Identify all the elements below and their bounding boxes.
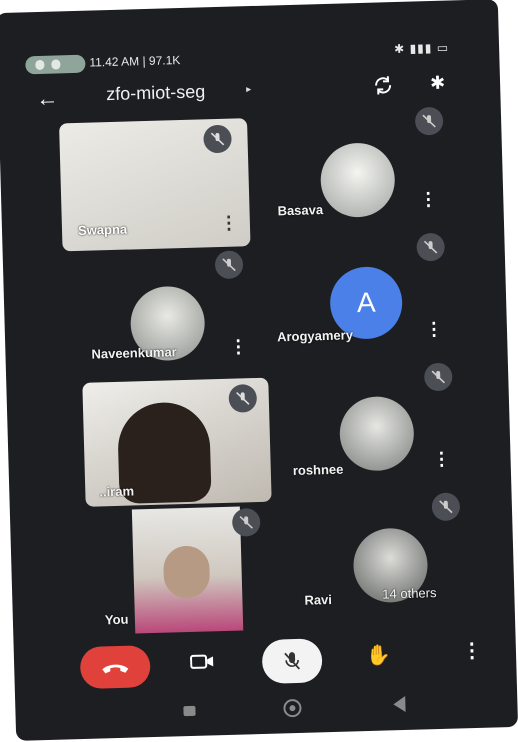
mic-off-icon [414, 106, 444, 136]
bluetooth-status-icon: ✱ [393, 41, 406, 57]
more-vert-icon[interactable]: ⋮ [462, 638, 483, 664]
more-vert-icon[interactable]: ⋮ [220, 212, 239, 233]
participant-name: Naveenkumar [91, 344, 177, 362]
more-vert-icon[interactable]: ⋮ [229, 336, 248, 357]
participant-name: Ravi [304, 592, 333, 608]
end-call-button[interactable] [79, 645, 151, 690]
participant-name: roshnee [292, 461, 344, 479]
participant-name: ..iram [99, 483, 135, 500]
nav-back-icon[interactable] [393, 695, 406, 713]
participant-tile[interactable]: roshnee ⋮ [278, 362, 465, 489]
participant-tile[interactable]: Basava ⋮ [265, 106, 454, 237]
mic-off-icon [284, 652, 301, 670]
more-vert-icon[interactable]: ⋮ [432, 449, 451, 470]
participant-name: You [104, 611, 129, 628]
status-dot-icon [51, 59, 61, 70]
hand-icon[interactable]: ✋ [366, 642, 392, 668]
participant-name: Basava [277, 202, 324, 219]
chevron-right-icon[interactable]: ▸ [246, 84, 251, 95]
avatar [319, 142, 396, 219]
participant-name: Swapna [77, 221, 128, 238]
status-dot-icon [35, 59, 45, 71]
others-count: 14 others [382, 585, 437, 602]
mic-off-icon [416, 232, 446, 262]
home-icon[interactable] [283, 698, 302, 718]
signal-icon: ▮▮▮ [409, 40, 433, 56]
battery-icon: ▭ [436, 40, 450, 55]
status-icons: ✱ ▮▮▮ ▭ [394, 41, 449, 57]
avatar [338, 395, 415, 472]
self-video-face [162, 545, 211, 599]
status-indicator-pill [25, 54, 86, 75]
mic-off-icon [214, 250, 244, 280]
self-view-tile[interactable]: You [96, 506, 261, 638]
participant-name: Arogyamery [276, 327, 354, 345]
mic-off-icon [231, 507, 261, 537]
participant-tile[interactable]: A Arogyamery ⋮ [271, 232, 460, 355]
arrow-left-icon[interactable]: ← [36, 85, 59, 112]
phone-hangup-icon [102, 664, 129, 674]
recents-icon[interactable] [183, 705, 196, 717]
more-vert-icon[interactable]: ⋮ [425, 319, 444, 340]
bluetooth-icon[interactable]: ✱ [430, 73, 446, 94]
video-camera-icon[interactable] [190, 653, 215, 675]
more-vert-icon[interactable]: ⋮ [419, 189, 438, 210]
camera-flip-icon[interactable] [372, 74, 395, 103]
status-time: 11.42 AM | 97.1K [89, 53, 181, 70]
meeting-title[interactable]: zfo-miot-seg [106, 81, 206, 105]
participant-tile[interactable]: Naveenkumar ⋮ [75, 250, 258, 367]
mic-toggle-button[interactable] [261, 638, 323, 684]
call-controls: ✋ ⋮ [13, 627, 516, 701]
others-tile[interactable]: Ravi 14 others [286, 492, 473, 619]
phone-screen: 11.42 AM | 97.1K ✱ ▮▮▮ ▭ ← zfo-miot-seg … [0, 0, 518, 741]
mic-off-icon [431, 492, 461, 522]
participant-tile[interactable]: Swapna ⋮ [59, 118, 251, 252]
mic-off-icon [423, 362, 453, 392]
participant-tile[interactable]: ..iram [82, 377, 272, 507]
